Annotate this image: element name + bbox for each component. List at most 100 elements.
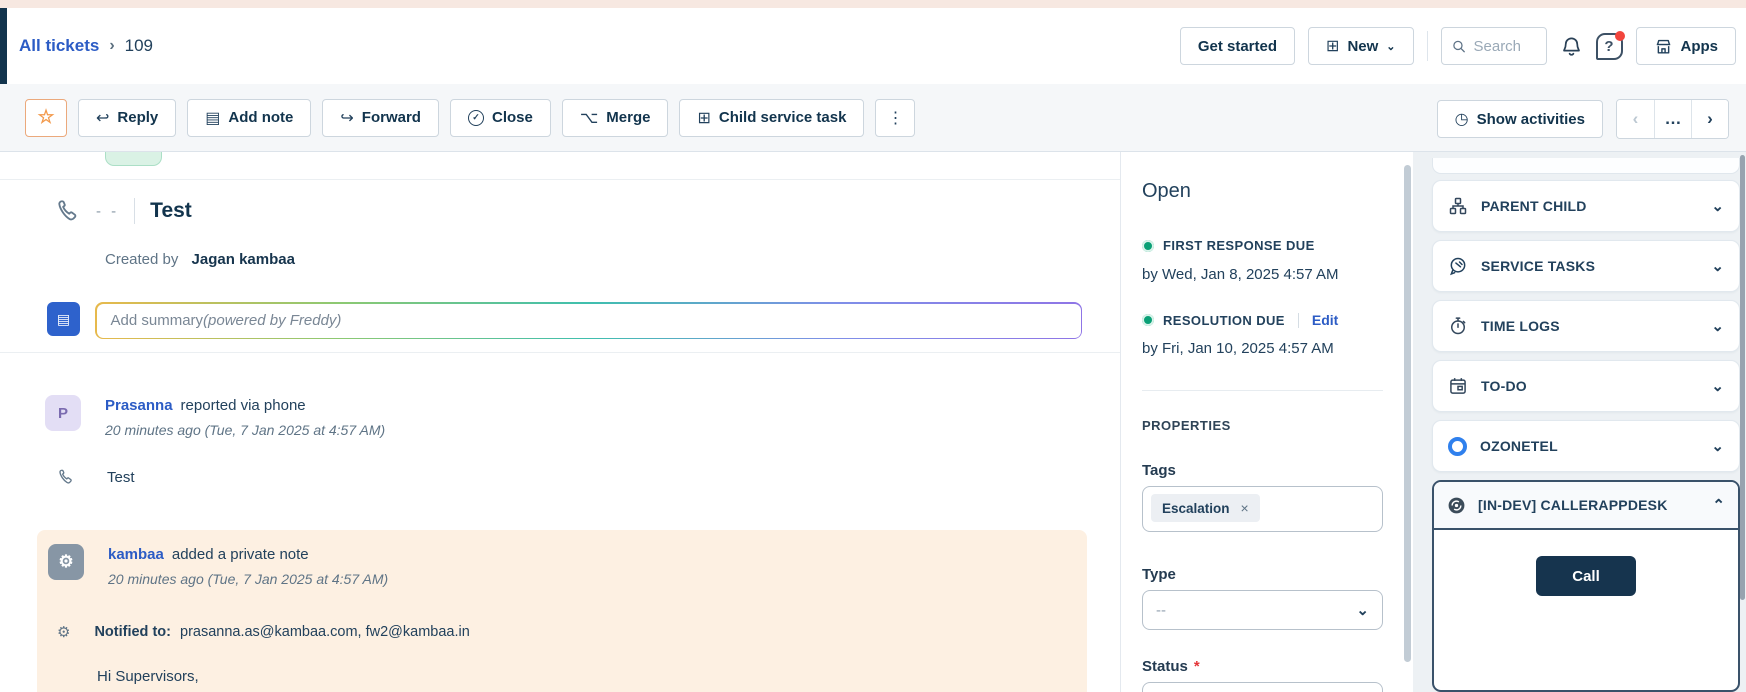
new-ticket-dropdown-button[interactable]: ⊞ New ⌄ (1308, 27, 1413, 65)
help-button[interactable]: ? (1596, 33, 1623, 60)
note-timestamp: 20 minutes ago (Tue, 7 Jan 2025 at 4:57 … (108, 571, 388, 587)
merge-label: Merge (606, 109, 650, 126)
notified-to-label: Notified to: (94, 624, 171, 640)
boxed-plus-icon: ⊞ (1326, 36, 1339, 56)
notified-emails: prasanna.as@kambaa.com, fw2@kambaa.in (180, 624, 470, 640)
bell-icon (1560, 35, 1583, 58)
close-label: Close (492, 109, 533, 126)
resolution-due-row: RESOLUTION DUE Edit (1142, 312, 1338, 328)
status-select[interactable] (1142, 682, 1383, 692)
reply-body-text: Test (107, 469, 135, 486)
remove-tag-icon[interactable]: × (1241, 500, 1249, 516)
widget-label: [IN-DEV] CALLERAPPDESK (1478, 497, 1668, 513)
reply-button[interactable]: ↩ Reply (78, 99, 176, 137)
section-divider (0, 352, 1120, 353)
system-avatar: ⚙ (48, 544, 84, 580)
reply-meta: Prasanna reported via phone 20 minutes a… (105, 395, 385, 438)
note-author-link[interactable]: kambaa (108, 546, 164, 563)
ticket-pagination-group: ‹ … › (1616, 99, 1729, 139)
properties-scrollbar[interactable] (1404, 165, 1411, 662)
clipped-widget-card (1432, 158, 1740, 174)
favorite-star-button[interactable]: ☆ (25, 99, 67, 137)
forward-label: Forward (362, 109, 421, 126)
child-service-task-label: Child service task (719, 109, 847, 126)
apps-button[interactable]: Apps (1636, 27, 1737, 65)
top-bar-actions: Get started ⊞ New ⌄ ? A (1180, 8, 1736, 84)
phone-channel-icon (55, 198, 81, 224)
widget-label: SERVICE TASKS (1481, 258, 1595, 274)
hierarchy-icon (1448, 196, 1468, 216)
widget-to-do[interactable]: TO-DO ⌄ (1432, 360, 1740, 412)
status-field-label: Status (1142, 658, 1188, 675)
search-box[interactable] (1441, 27, 1547, 65)
note-meta-line: kambaa added a private note (108, 544, 388, 563)
breadcrumb: All tickets › 109 (19, 36, 153, 56)
help-icon: ? (1596, 33, 1623, 60)
ticket-title-row: - - Test (55, 198, 192, 224)
tag-chip-label: Escalation (1162, 501, 1230, 516)
type-select-value: -- (1156, 602, 1166, 619)
ticket-action-toolbar: ☆ ↩ Reply ▤ Add note ↪ Forward ✓ Close ⌥… (0, 84, 1746, 152)
ticket-list-ellipsis-button[interactable]: … (1654, 100, 1691, 138)
reply-timestamp: 20 minutes ago (Tue, 7 Jan 2025 at 4:57 … (105, 422, 385, 438)
previous-ticket-button[interactable]: ‹ (1617, 100, 1654, 138)
widget-sidebar: PARENT CHILD ⌄ SERVICE TASKS ⌄ TIME LOGS… (1413, 152, 1746, 692)
widget-time-logs[interactable]: TIME LOGS ⌄ (1432, 300, 1740, 352)
widget-ozonetel[interactable]: OZONETEL ⌄ (1432, 420, 1740, 472)
close-ticket-button[interactable]: ✓ Close (450, 99, 551, 137)
title-divider (134, 198, 135, 224)
child-service-task-button[interactable]: ⊞ Child service task (679, 99, 864, 137)
page-scrollbar[interactable] (1740, 155, 1745, 600)
circle-check-icon: ✓ (468, 110, 484, 126)
merge-button[interactable]: ⌥ Merge (562, 99, 669, 137)
forward-button[interactable]: ↪ Forward (322, 99, 439, 137)
search-input[interactable] (1474, 38, 1536, 55)
widget-parent-child[interactable]: PARENT CHILD ⌄ (1432, 180, 1740, 232)
created-by-name[interactable]: Jagan kambaa (192, 251, 295, 268)
search-icon (1452, 38, 1466, 55)
section-divider (0, 179, 1120, 180)
ticket-properties-panel: Open FIRST RESPONSE DUE by Wed, Jan 8, 2… (1122, 152, 1403, 692)
widget-label: TO-DO (1481, 378, 1527, 394)
next-ticket-button[interactable]: › (1691, 100, 1728, 138)
private-note-item: ⚙ kambaa added a private note 20 minutes… (37, 530, 1087, 692)
callerappdesk-header[interactable]: [IN-DEV] CALLERAPPDESK ⌃ (1434, 482, 1738, 530)
type-select[interactable]: -- ⌄ (1142, 590, 1383, 630)
notifications-bell-button[interactable] (1560, 35, 1583, 58)
first-response-due-row: FIRST RESPONSE DUE (1142, 238, 1315, 253)
get-started-button[interactable]: Get started (1180, 27, 1295, 65)
left-nav-edge (0, 8, 7, 84)
created-by-label: Created by (105, 251, 178, 268)
freddy-summary-icon[interactable]: ▤ (47, 302, 80, 336)
reply-author-link[interactable]: Prasanna (105, 397, 173, 414)
show-activities-button[interactable]: ◷ Show activities (1437, 100, 1603, 138)
widget-label: PARENT CHILD (1481, 198, 1587, 214)
add-summary-input[interactable]: Add summary (powered by Freddy) (97, 304, 1081, 338)
widget-service-tasks[interactable]: SERVICE TASKS ⌄ (1432, 240, 1740, 292)
summary-placeholder-text: Add summary (111, 312, 204, 329)
clipped-status-pill (105, 152, 162, 166)
reply-arrow-icon: ↩ (96, 108, 109, 128)
first-response-due-label: FIRST RESPONSE DUE (1163, 238, 1315, 253)
call-button[interactable]: Call (1536, 556, 1636, 596)
gear-icon: ⚙ (57, 623, 70, 641)
required-asterisk: * (1194, 658, 1200, 675)
resolution-due-date: by Fri, Jan 10, 2025 4:57 AM (1142, 340, 1334, 357)
top-accent-strip (0, 0, 1746, 8)
widget-label: TIME LOGS (1481, 318, 1560, 334)
first-response-due-date: by Wed, Jan 8, 2025 4:57 AM (1142, 266, 1339, 283)
note-icon: ▤ (205, 108, 220, 128)
show-activities-label: Show activities (1477, 111, 1585, 128)
label-divider (1298, 313, 1299, 328)
chevron-down-icon: ⌄ (1711, 197, 1724, 215)
chevron-down-icon: ⌄ (1711, 317, 1724, 335)
conversation-pane: - - Test Created by Jagan kambaa ▤ Add s… (0, 152, 1121, 692)
more-actions-button[interactable]: ⋮ (875, 99, 915, 137)
star-icon: ☆ (37, 106, 54, 129)
top-bar: All tickets › 109 Get started ⊞ New ⌄ ? (0, 8, 1746, 84)
tags-input[interactable]: Escalation × (1142, 486, 1383, 532)
edit-resolution-due-link[interactable]: Edit (1312, 312, 1338, 328)
breadcrumb-all-tickets-link[interactable]: All tickets (19, 36, 99, 56)
add-note-button[interactable]: ▤ Add note (187, 99, 311, 137)
type-field-label: Type (1142, 566, 1176, 583)
